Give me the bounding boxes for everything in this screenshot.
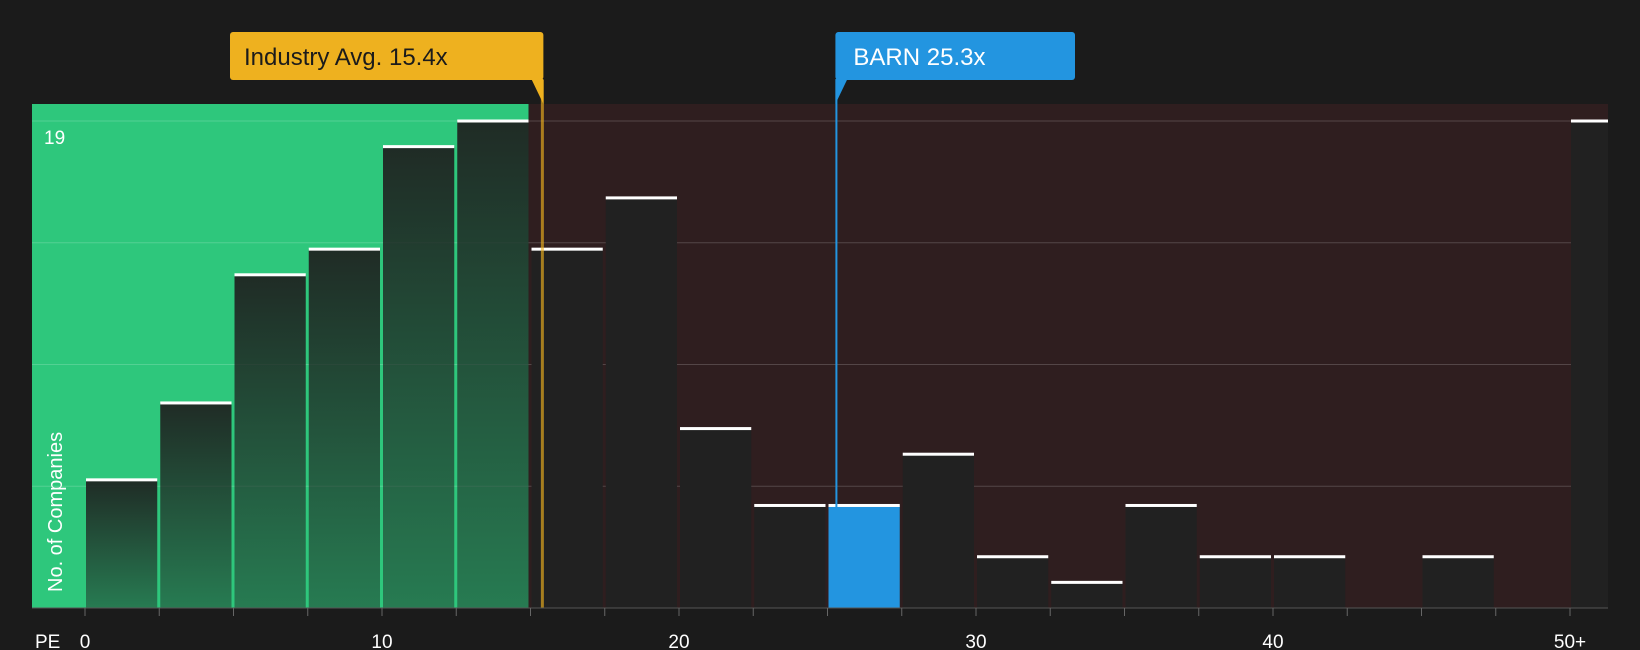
bar-cap: [1571, 119, 1608, 123]
bar-cap: [1051, 580, 1123, 584]
bar-cap: [86, 478, 158, 482]
histogram-bar: [977, 556, 1049, 608]
histogram-bar: [234, 274, 306, 608]
company-bar: [828, 505, 900, 608]
histogram-bar: [680, 428, 752, 608]
y-max-tick-label: 19: [44, 128, 65, 149]
bar-cap: [1274, 555, 1346, 559]
histogram-bar: [1125, 505, 1197, 608]
histogram-bar: [160, 402, 232, 608]
bar-cap: [1125, 503, 1197, 507]
x-tick-label: 20: [668, 632, 689, 650]
bar-cap: [160, 401, 232, 405]
histogram-bar: [1199, 556, 1271, 608]
histogram-bar: [605, 197, 677, 609]
x-tick-label: 0: [80, 632, 91, 650]
bar-cap: [234, 273, 306, 277]
bar-cap: [754, 503, 826, 507]
histogram-bar: [1051, 582, 1123, 608]
histogram-bar: [86, 479, 158, 608]
y-axis-title: No. of Companies: [45, 432, 67, 592]
histogram-bar: [1274, 556, 1346, 608]
histogram-bar: [457, 121, 529, 608]
company-label: BARN 25.3x: [853, 44, 985, 71]
bar-cap: [977, 555, 1049, 559]
x-tick-label: 30: [965, 632, 986, 650]
histogram-bar: [308, 249, 380, 608]
x-tick-label: 10: [371, 632, 392, 650]
bar-cap: [457, 119, 529, 123]
histogram-bar: [754, 505, 826, 608]
bar-cap: [383, 145, 455, 149]
x-tick-label: 40: [1262, 632, 1283, 650]
histogram-bar: [1571, 121, 1608, 608]
bar-cap: [1422, 555, 1494, 559]
histogram-bar: [1422, 556, 1494, 608]
bar-cap: [902, 452, 974, 456]
pe-distribution-chart: 0 10 20 30 40 50+ 19 No. of Companies PE Indu…: [0, 0, 1640, 650]
bar-cap: [680, 427, 752, 431]
bar-cap: [828, 503, 900, 507]
histogram-bar: [383, 146, 455, 608]
industry-avg-label: Industry Avg. 15.4x: [244, 44, 448, 71]
bar-cap: [1199, 555, 1271, 559]
histogram-bar: [902, 454, 974, 608]
x-axis-title: PE: [35, 632, 60, 650]
x-tick-label: 50+: [1554, 632, 1586, 650]
bar-cap: [605, 196, 677, 200]
bar-cap: [308, 247, 380, 251]
